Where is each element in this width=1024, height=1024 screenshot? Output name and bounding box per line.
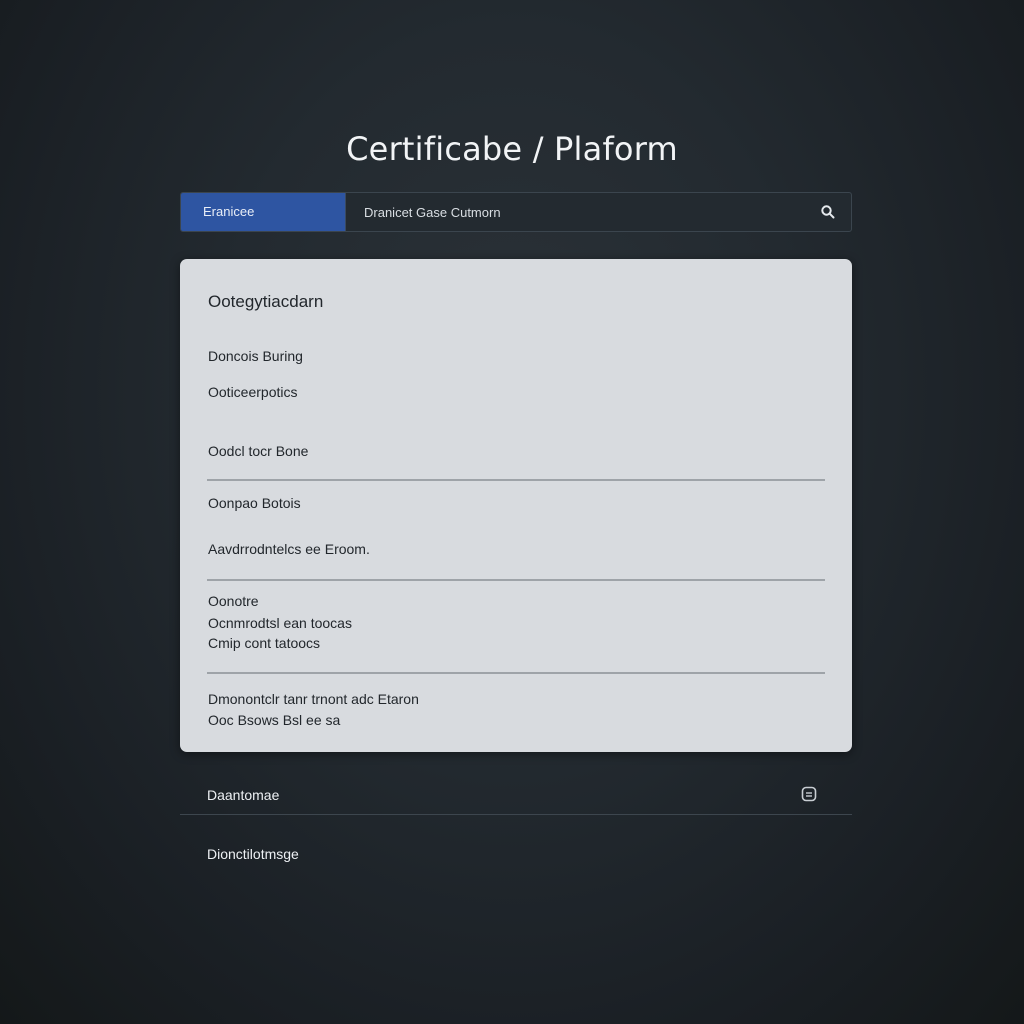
card-divider (207, 479, 825, 481)
card-row: Cmip cont tatoocs (208, 635, 321, 651)
search-scope-button[interactable]: Eranicee (181, 193, 346, 231)
card-row: Doncois Buring (208, 348, 303, 364)
card-row: Aavdrrodntelcs ee Eroom. (208, 541, 370, 557)
search-icon[interactable] (819, 203, 837, 221)
search-input[interactable] (347, 193, 807, 231)
card-row: Dmonontclr tanr trnont adc Etaron (208, 691, 419, 707)
list-item-label: Dionctilotmsge (207, 846, 299, 862)
row-divider (180, 814, 852, 815)
card-divider (207, 672, 825, 674)
list-item-label: Daantomae (207, 787, 280, 803)
card-heading: Ootegytiacdarn (208, 292, 324, 311)
card-row: Oonotre (208, 593, 259, 609)
card-row: Ooticeerpotics (208, 384, 298, 400)
card-row: Ooc Bsows Bsl ee sa (208, 712, 341, 728)
card-row: Oodcl tocr Bone (208, 443, 309, 459)
card-divider (207, 579, 825, 581)
document-icon[interactable] (800, 785, 818, 803)
card-row: Ocnmrodtsl ean toocas (208, 615, 352, 631)
search-bar: Eranicee (180, 192, 852, 232)
card-row: Oonpao Botois (208, 495, 301, 511)
page-title: Certificabe / Plaform (346, 130, 678, 168)
details-card: Ootegytiacdarn Doncois Buring Ooticeerpo… (180, 259, 852, 752)
